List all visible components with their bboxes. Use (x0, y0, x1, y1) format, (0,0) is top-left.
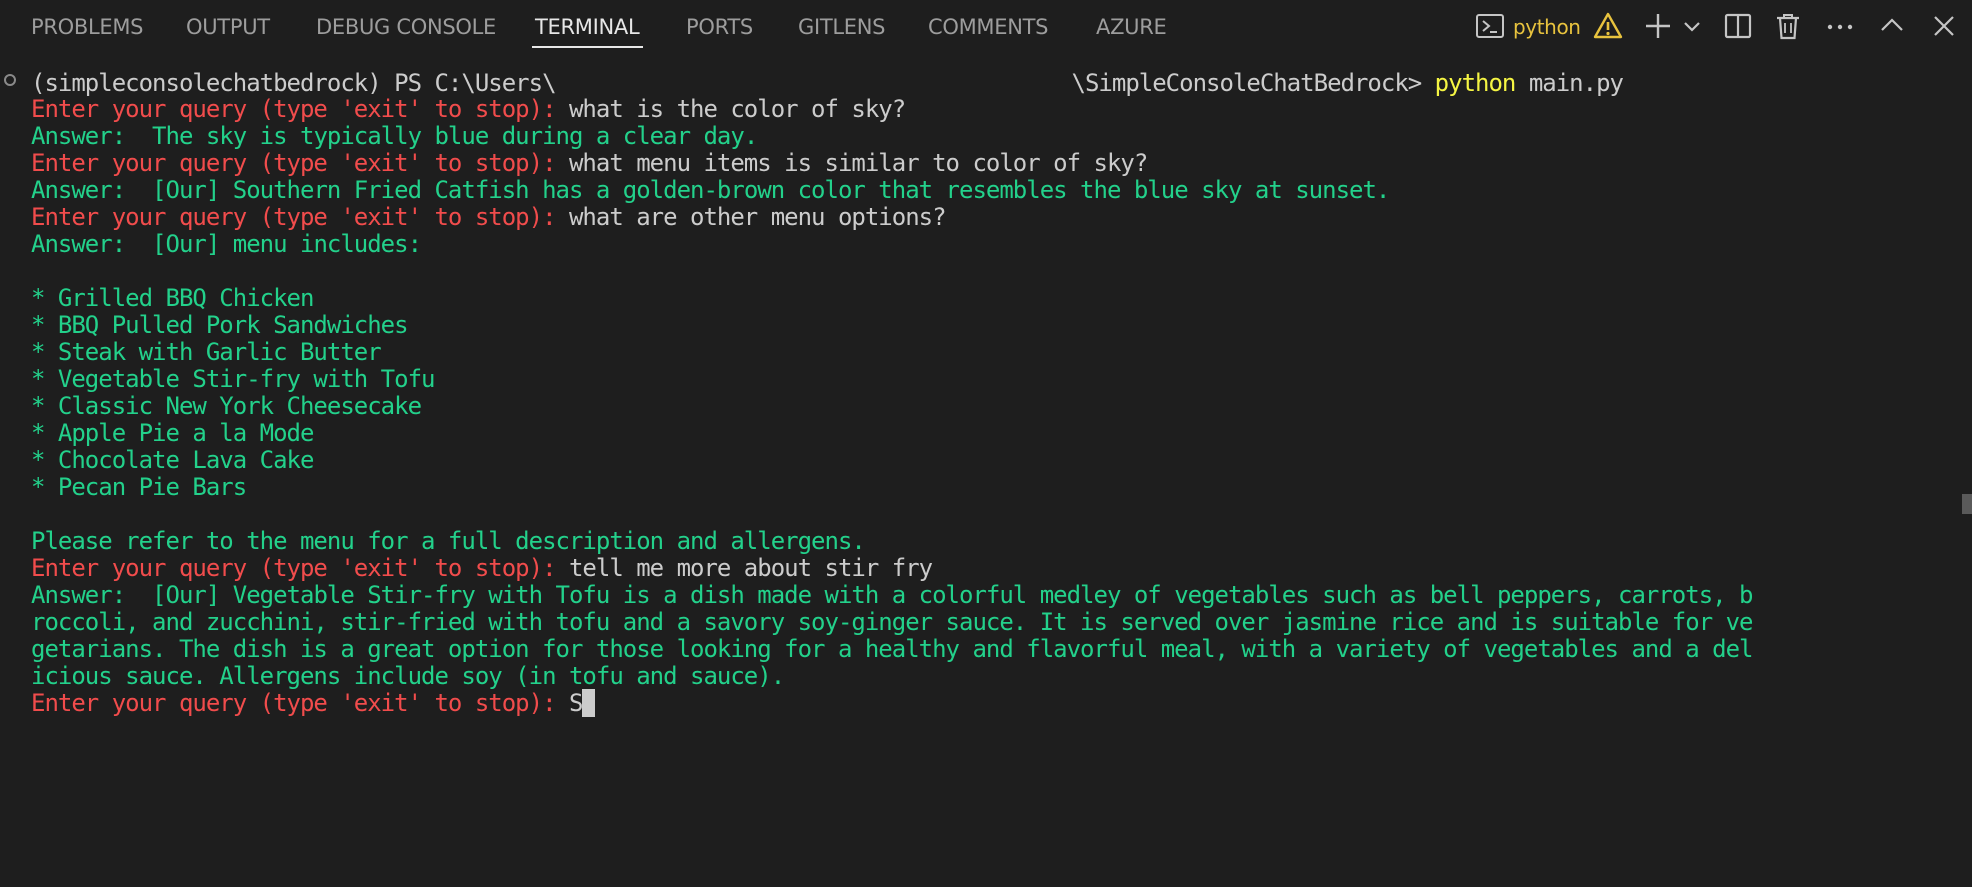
tab-output[interactable]: OUTPUT (186, 14, 270, 40)
tab-azure[interactable]: AZURE (1096, 14, 1167, 40)
text-cursor (582, 689, 596, 717)
terminal-profile-label[interactable]: python (1513, 14, 1581, 40)
answer-text: [Our] menu includes: (152, 230, 422, 258)
query-text: what are other menu options? (568, 203, 947, 231)
panel-tab-bar: PROBLEMS OUTPUT DEBUG CONSOLE TERMINAL P… (0, 0, 1972, 52)
maximize-icon[interactable] (1876, 10, 1908, 42)
answer-prefix: Answer: (31, 230, 153, 258)
warning-icon[interactable] (1592, 10, 1624, 42)
trash-icon[interactable] (1772, 10, 1804, 42)
terminal-scrollbar[interactable] (1958, 66, 1972, 887)
query-prompt: Enter your query (type 'exit' to stop): (31, 689, 569, 717)
tab-debug-console[interactable]: DEBUG CONSOLE (316, 14, 496, 40)
menu-item: * Pecan Pie Bars (31, 473, 247, 501)
more-icon[interactable] (1824, 10, 1856, 42)
shell-command-args: main.py (1515, 69, 1624, 97)
chevron-down-icon[interactable] (1680, 10, 1704, 42)
terminal-output[interactable]: (simpleconsolechatbedrock) PS C:\Users\ \… (0, 66, 1950, 887)
terminal-panel: PROBLEMS OUTPUT DEBUG CONSOLE TERMINAL P… (0, 0, 1972, 887)
tab-terminal[interactable]: TERMINAL (535, 14, 640, 40)
add-icon[interactable] (1642, 10, 1674, 42)
close-icon[interactable] (1928, 10, 1960, 42)
tab-comments[interactable]: COMMENTS (928, 14, 1048, 40)
query-line-current[interactable]: Enter your query (type 'exit' to stop): … (31, 686, 596, 720)
tab-ports[interactable]: PORTS (686, 14, 753, 40)
current-input-text[interactable]: S (569, 689, 583, 717)
tab-gitlens[interactable]: GITLENS (798, 14, 886, 40)
answer-line-3: Answer: [Our] menu includes: (31, 227, 422, 261)
shell-prompt-path: \SimpleConsoleChatBedrock> (1071, 69, 1423, 97)
shell-command: python (1434, 69, 1517, 97)
scrollbar-thumb[interactable] (1962, 494, 1972, 514)
split-icon[interactable] (1722, 10, 1754, 42)
terminal-icon[interactable] (1474, 10, 1506, 42)
active-tab-indicator (532, 46, 643, 48)
tab-problems[interactable]: PROBLEMS (31, 14, 144, 40)
